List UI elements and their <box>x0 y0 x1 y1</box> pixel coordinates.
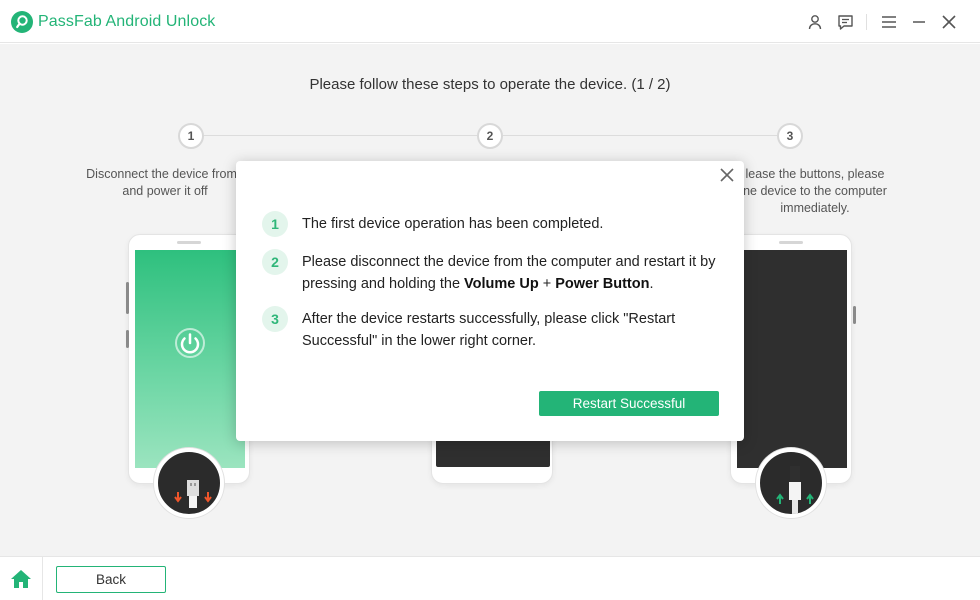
step-number-badge: 1 <box>262 211 288 237</box>
titlebar-divider <box>866 14 867 30</box>
step-indicator-3: 3 <box>777 123 803 149</box>
step-number-badge: 3 <box>262 306 288 332</box>
dialog-step-text: Please disconnect the device from the co… <box>302 251 722 295</box>
phone-speaker <box>177 241 201 244</box>
main-content: Please follow these steps to operate the… <box>0 44 980 556</box>
close-icon[interactable] <box>938 11 960 33</box>
phone-screen <box>737 250 847 468</box>
phone-speaker <box>779 241 803 244</box>
home-button[interactable] <box>0 557 43 600</box>
volume-up-label: Volume Up <box>464 276 539 292</box>
page-heading: Please follow these steps to operate the… <box>309 76 671 93</box>
dialog-step-text: After the device restarts successfully, … <box>302 311 676 349</box>
minimize-icon[interactable] <box>908 11 930 33</box>
user-icon[interactable] <box>804 11 826 33</box>
app-title: PassFab Android Unlock <box>38 13 216 30</box>
phone-side-button <box>126 282 129 314</box>
app-logo-icon <box>11 11 33 33</box>
step-3-description: lease the buttons, please ne device to t… <box>743 167 887 215</box>
menu-icon[interactable] <box>878 11 900 33</box>
power-icon <box>175 328 205 358</box>
phone-side-button <box>126 330 129 348</box>
back-button[interactable]: Back <box>56 566 166 593</box>
usb-connect-icon <box>756 448 826 518</box>
home-icon <box>11 570 31 588</box>
footer-bar: Back <box>0 556 980 600</box>
power-button-label: Power Button <box>555 276 650 292</box>
dialog-step-text-part: + <box>538 276 556 292</box>
stepper-line <box>203 135 477 136</box>
phone-side-button <box>853 306 856 324</box>
dialog-step-2: 2 Please disconnect the device from the … <box>262 249 722 297</box>
dialog-step-1: 1 The first device operation has been co… <box>262 211 722 237</box>
dialog-close-icon[interactable] <box>716 164 738 186</box>
step-indicator-1: 1 <box>178 123 204 149</box>
phone-illustration-1 <box>128 234 250 484</box>
dialog-step-3: 3 After the device restarts successfully… <box>262 306 722 354</box>
usb-disconnect-icon <box>154 448 224 518</box>
phone-illustration-3 <box>730 234 852 484</box>
stepper-line <box>503 135 777 136</box>
step-indicator-2: 2 <box>477 123 503 149</box>
restart-successful-button[interactable]: Restart Successful <box>539 391 719 416</box>
step-number-badge: 2 <box>262 249 288 275</box>
feedback-icon[interactable] <box>834 11 856 33</box>
phone-screen <box>135 250 245 468</box>
instruction-dialog: 1 The first device operation has been co… <box>236 161 744 441</box>
title-bar: PassFab Android Unlock <box>0 0 980 43</box>
dialog-step-text: The first device operation has been comp… <box>302 216 604 232</box>
dialog-step-text-part: . <box>649 276 654 292</box>
